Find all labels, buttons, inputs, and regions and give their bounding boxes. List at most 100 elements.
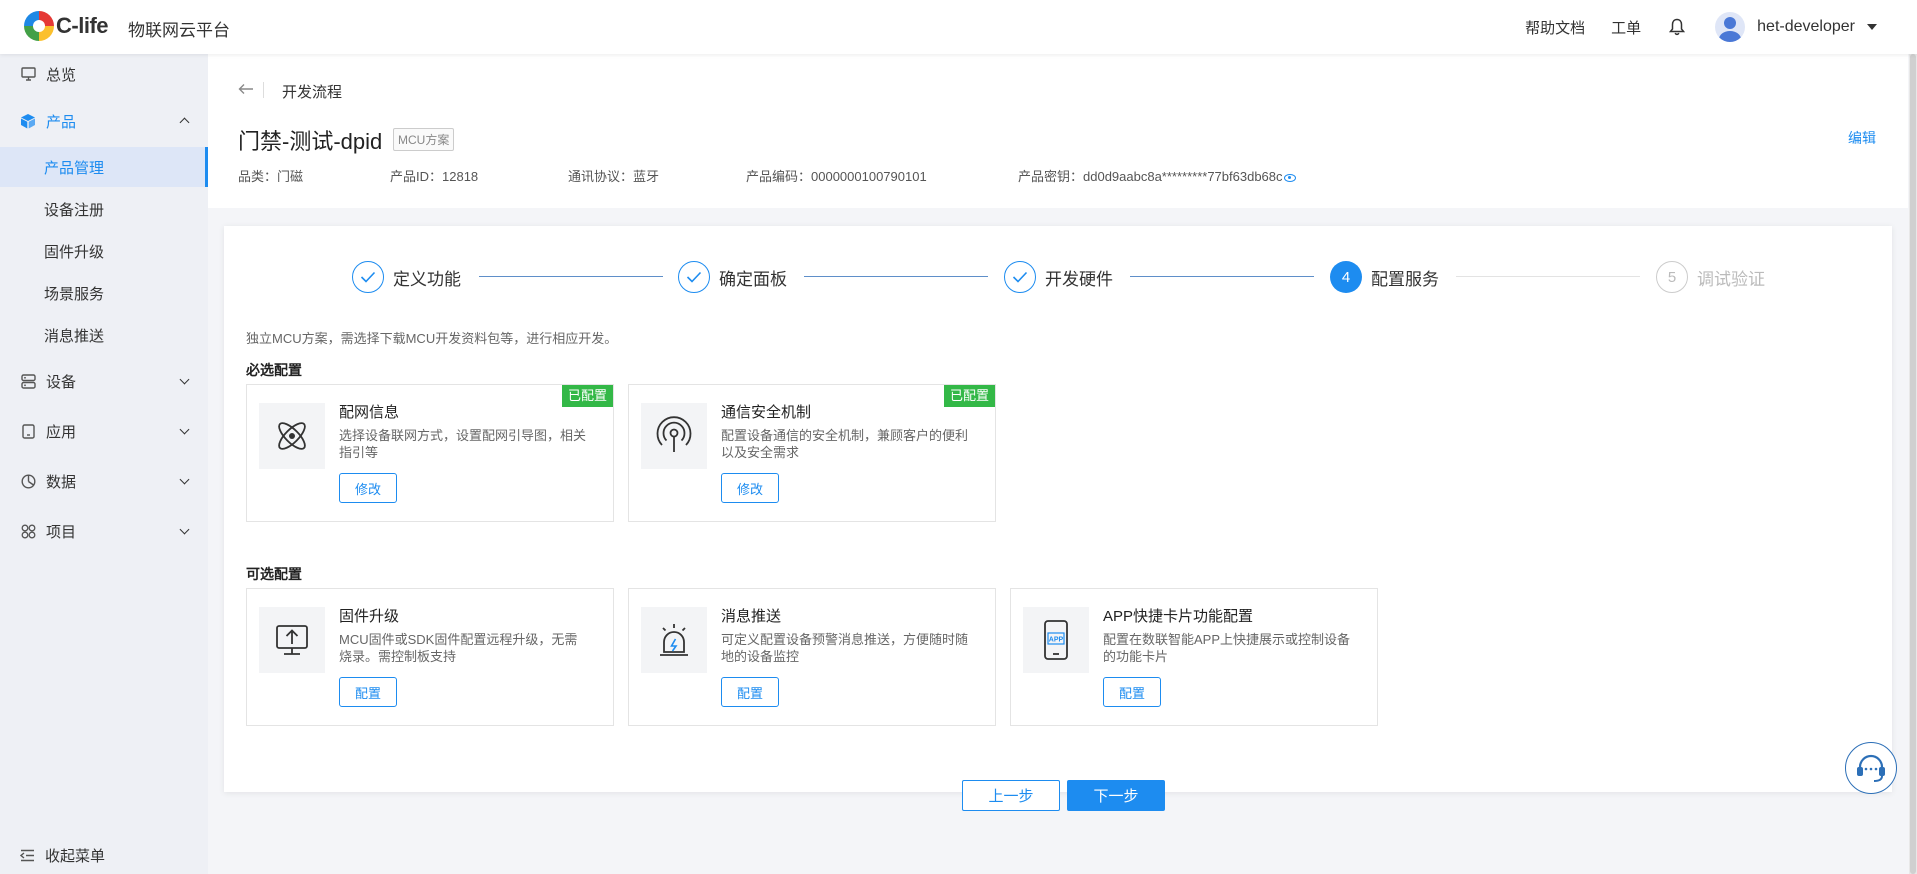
sidebar-item-label: 产品 (46, 113, 77, 131)
collapse-menu-label: 收起菜单 (45, 848, 106, 865)
status-badge: 已配置 (561, 385, 613, 407)
scheme-description: 独立MCU方案，需选择下载MCU开发资料包等，进行相应开发。 (246, 331, 618, 346)
customer-service-icon[interactable] (1845, 742, 1897, 794)
phone-app-icon: APP (1023, 607, 1089, 673)
step-number: 5 (1656, 261, 1688, 293)
alarm-icon (641, 607, 707, 673)
config-card-title: 配网信息 (339, 404, 400, 421)
next-step-button[interactable]: 下一步 (1067, 780, 1165, 811)
cube-icon (20, 113, 36, 129)
breadcrumb: 开发流程 (282, 84, 343, 101)
required-config-title: 必选配置 (246, 362, 302, 378)
step-define-function: 定义功能 (352, 260, 461, 294)
avatar[interactable] (1715, 12, 1746, 42)
sidebar-item-overview[interactable]: 总览 (0, 54, 208, 94)
scrollbar-thumb[interactable] (1910, 54, 1916, 874)
vertical-scrollbar[interactable] (1909, 54, 1917, 874)
logo[interactable]: C-life (24, 11, 109, 41)
logo-mark-icon (24, 11, 54, 41)
step-connector (479, 276, 663, 278)
config-card-app-card: APP APP快捷卡片功能配置 配置在数联智能APP上快捷展示或控制设备的功能卡… (1010, 588, 1378, 726)
sidebar-item-device[interactable]: 设备 (0, 361, 208, 401)
step-connector (1456, 276, 1640, 278)
optional-config-title: 可选配置 (246, 566, 302, 582)
chevron-up-icon (179, 117, 190, 128)
product-scheme-tag: MCU方案 (393, 128, 455, 151)
step-connector (804, 276, 988, 278)
device-icon (20, 373, 36, 389)
bell-icon[interactable] (1669, 18, 1686, 36)
config-card-security: 通信安全机制 配置设备通信的安全机制，兼顾客户的便利以及安全需求 修改 已配置 (628, 384, 996, 522)
logo-text: C-life (56, 13, 109, 38)
tickets-link[interactable]: 工单 (1611, 17, 1641, 38)
status-badge: 已配置 (943, 385, 995, 407)
modify-button[interactable]: 修改 (339, 473, 397, 503)
config-card-desc: 配置设备通信的安全机制，兼顾客户的便利以及安全需求 (721, 428, 969, 460)
back-arrow-icon[interactable] (238, 82, 254, 100)
chevron-down-icon (179, 424, 190, 435)
config-card-desc: MCU固件或SDK固件配置远程升级，无需烧录。需控制板支持 (339, 632, 578, 664)
step-label: 确定面板 (719, 269, 787, 289)
sidebar-subitem-message-push[interactable]: 消息推送 (0, 315, 208, 355)
config-card-desc: 选择设备联网方式，设置配网引导图，相关指引等 (339, 428, 587, 460)
collapse-menu-button[interactable]: 收起菜单 (20, 845, 105, 866)
configure-button[interactable]: 配置 (1103, 677, 1161, 707)
product-header: 开发流程 门禁-测试-dpid MCU方案 编辑 品类：门磁 产品ID：1281… (208, 54, 1908, 208)
step-connector (1130, 276, 1314, 278)
chevron-down-icon[interactable] (1867, 24, 1877, 30)
meta-product-code: 产品编码：0000000100790101 (746, 169, 927, 184)
platform-name: 物联网云平台 (128, 21, 230, 40)
svg-text:APP: APP (1049, 637, 1064, 644)
sidebar-item-project[interactable]: 项目 (0, 511, 208, 551)
sidebar-subitem-product-management[interactable]: 产品管理 (0, 147, 208, 187)
sidebar-item-application[interactable]: 应用 (0, 411, 208, 451)
sidebar-subitem-scene-service[interactable]: 场景服务 (0, 273, 208, 313)
edit-link[interactable]: 编辑 (1848, 128, 1876, 148)
sidebar-item-product[interactable]: 产品 (0, 101, 208, 141)
data-icon (20, 473, 36, 489)
config-card-desc: 配置在数联智能APP上快捷展示或控制设备的功能卡片 (1103, 632, 1351, 664)
eye-icon[interactable] (1283, 173, 1296, 182)
page-title: 门禁-测试-dpid (238, 129, 383, 154)
sidebar-item-label: 项目 (46, 523, 77, 541)
upload-monitor-icon (259, 607, 325, 673)
header-actions: 帮助文档 工单 het-developer (1499, 0, 1877, 54)
sidebar-item-label: 数据 (46, 473, 77, 491)
sidebar-item-data[interactable]: 数据 (0, 461, 208, 501)
step-configure-service: 4 配置服务 (1330, 260, 1439, 294)
config-card-network: 配网信息 选择设备联网方式，设置配网引导图，相关指引等 修改 已配置 (246, 384, 614, 522)
check-icon (678, 261, 710, 293)
configure-button[interactable]: 配置 (339, 677, 397, 707)
config-panel: 定义功能 确定面板 开发硬件 4 配置服务 5 调试验证 独立MCU方案，需选择… (224, 226, 1892, 792)
sidebar-item-label: 总览 (46, 66, 77, 84)
sidebar-subitem-device-registration[interactable]: 设备注册 (0, 189, 208, 229)
meta-product-secret: 产品密钥：dd0d9aabc8a*********77bf63db68c (1018, 166, 1296, 185)
configure-button[interactable]: 配置 (721, 677, 779, 707)
top-header: C-life 物联网云平台 帮助文档 工单 het-developer (0, 0, 1917, 54)
sidebar-item-label: 设备 (46, 373, 77, 391)
sidebar-subitem-firmware-upgrade[interactable]: 固件升级 (0, 231, 208, 271)
breadcrumb-divider (263, 82, 264, 98)
prev-step-button[interactable]: 上一步 (962, 780, 1060, 811)
sidebar: 总览 产品 产品管理 设备注册 固件升级 场景服务 消息推送 设备 应用 数据 (0, 54, 208, 874)
step-confirm-panel: 确定面板 (678, 260, 787, 294)
chevron-down-icon (179, 374, 190, 385)
app-icon (20, 423, 36, 439)
meta-product-id: 产品ID：12818 (390, 169, 479, 184)
config-card-firmware: 固件升级 MCU固件或SDK固件配置远程升级，无需烧录。需控制板支持 配置 (246, 588, 614, 726)
step-label: 定义功能 (393, 269, 461, 289)
config-card-message-push: 消息推送 可定义配置设备预警消息推送，方便随时随地的设备监控 配置 (628, 588, 996, 726)
monitor-icon (20, 66, 36, 82)
username[interactable]: het-developer (1757, 18, 1855, 36)
config-card-title: APP快捷卡片功能配置 (1103, 608, 1254, 625)
help-docs-link[interactable]: 帮助文档 (1525, 17, 1585, 38)
chevron-down-icon (179, 474, 190, 485)
grid-icon (20, 523, 36, 539)
step-label: 开发硬件 (1045, 269, 1113, 289)
atom-icon (259, 403, 325, 469)
chevron-down-icon (179, 524, 190, 535)
main-content: 开发流程 门禁-测试-dpid MCU方案 编辑 品类：门磁 产品ID：1281… (208, 54, 1908, 874)
modify-button[interactable]: 修改 (721, 473, 779, 503)
product-secret-value: 产品密钥：dd0d9aabc8a*********77bf63db68c (1018, 169, 1283, 184)
meta-protocol: 通讯协议：蓝牙 (568, 169, 660, 184)
